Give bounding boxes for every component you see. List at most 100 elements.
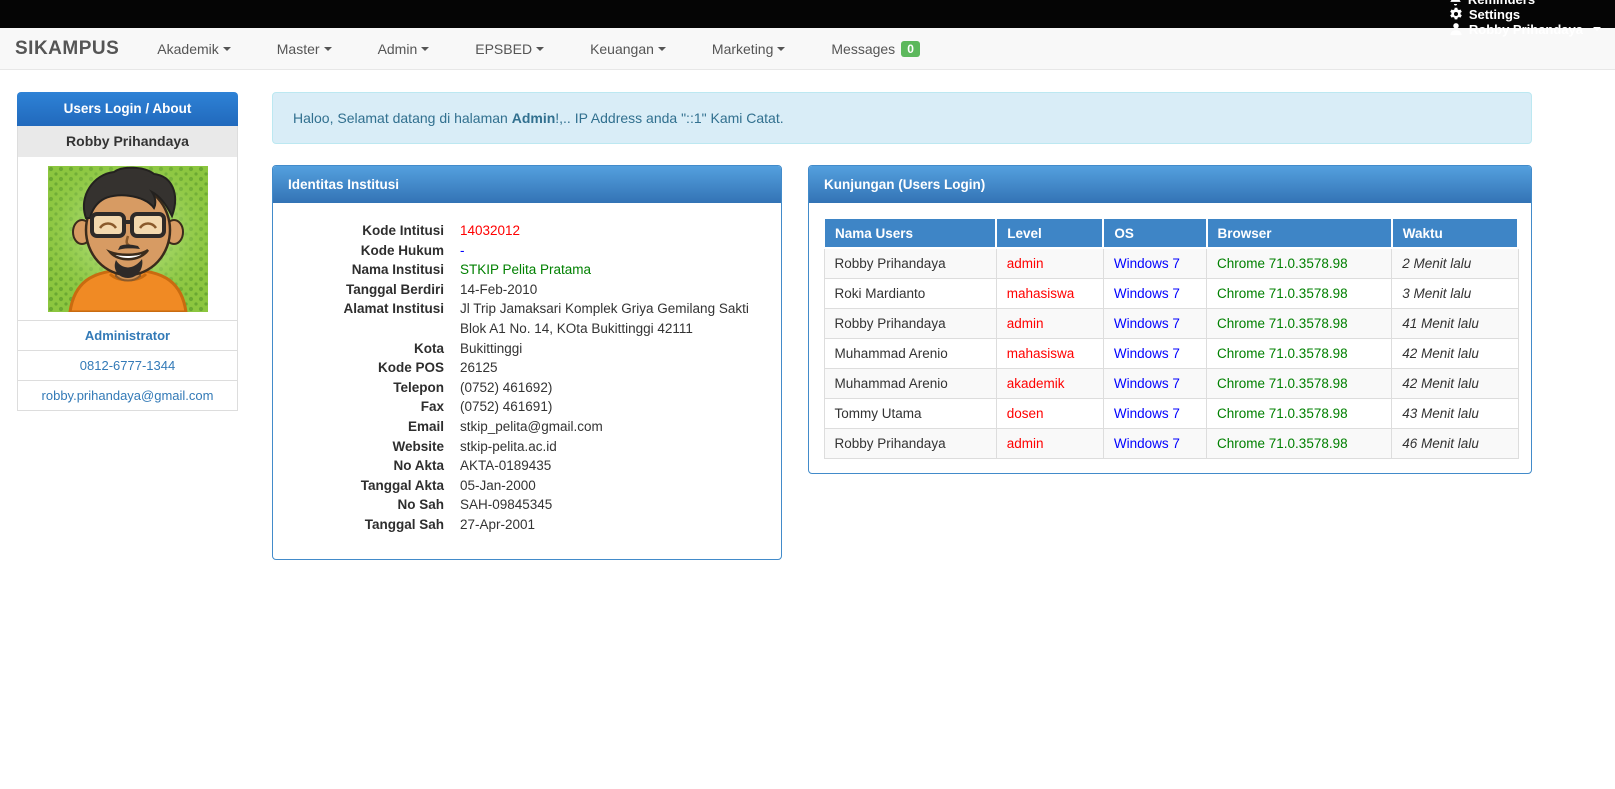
field-label: Telepon bbox=[288, 378, 444, 398]
table-row: Muhammad AreniomahasiswaWindows 7Chrome … bbox=[824, 338, 1518, 368]
field-value: 14-Feb-2010 bbox=[460, 280, 766, 300]
cell-browser: Chrome 71.0.3578.98 bbox=[1207, 428, 1392, 458]
nav-item-keuangan[interactable]: Keuangan bbox=[590, 41, 666, 57]
cell-os: Windows 7 bbox=[1103, 338, 1206, 368]
identitas-fields: Kode Intitusi14032012Kode Hukum-Nama Ins… bbox=[273, 203, 781, 559]
table-body: Robby PrihandayaadminWindows 7Chrome 71.… bbox=[824, 248, 1518, 458]
cell-name: Muhammad Arenio bbox=[824, 338, 996, 368]
table-row: Robby PrihandayaadminWindows 7Chrome 71.… bbox=[824, 308, 1518, 338]
nav-item-master[interactable]: Master bbox=[277, 41, 332, 57]
sidebar-contact-list: Administrator0812-6777-1344robby.prihand… bbox=[18, 320, 237, 410]
field-value: 14032012 bbox=[460, 221, 766, 241]
column-header-name: Nama Users bbox=[824, 218, 996, 248]
field-label: Tanggal Berdiri bbox=[288, 280, 444, 300]
topbar-item-label: Robby Prihandaya bbox=[1469, 22, 1583, 37]
caret-down-icon bbox=[777, 47, 785, 51]
nav-item-label: Keuangan bbox=[590, 41, 654, 57]
nav-item-messages[interactable]: Messages0 bbox=[831, 41, 920, 57]
field-row: Fax(0752) 461691) bbox=[288, 397, 766, 417]
caret-down-icon bbox=[1593, 27, 1601, 31]
alert-text: Haloo, Selamat datang di halaman Admin!,… bbox=[293, 110, 784, 126]
topbar: RemindersSettingsRobby Prihandaya bbox=[0, 0, 1615, 28]
field-label: Alamat Institusi bbox=[288, 299, 444, 338]
cell-level: admin bbox=[996, 308, 1103, 338]
nav-item-label: EPSBED bbox=[475, 41, 532, 57]
sidebar-contact-row[interactable]: Administrator bbox=[18, 320, 237, 350]
navbar: SIKAMPUS Akademik Master Admin EPSBED Keuang… bbox=[0, 28, 1615, 70]
cell-waktu: 42 Menit lalu bbox=[1392, 338, 1518, 368]
cell-browser: Chrome 71.0.3578.98 bbox=[1207, 248, 1392, 278]
cell-level: admin bbox=[996, 248, 1103, 278]
nav-item-label: Marketing bbox=[712, 41, 773, 57]
field-label: No Akta bbox=[288, 456, 444, 476]
field-row: Alamat Institusi Jl Trip Jamaksari Komple… bbox=[288, 299, 766, 338]
field-value: SAH-09845345 bbox=[460, 495, 766, 515]
field-value: Bukittinggi bbox=[460, 339, 766, 359]
nav-item-marketing[interactable]: Marketing bbox=[712, 41, 785, 57]
messages-badge: 0 bbox=[901, 41, 920, 57]
nav-item-epsbed[interactable]: EPSBED bbox=[475, 41, 544, 57]
field-row: No Sah SAH-09845345 bbox=[288, 495, 766, 515]
page-content: Users Login / About Robby Prihandaya bbox=[0, 70, 1615, 560]
cell-level: akademik bbox=[996, 368, 1103, 398]
field-label: Tanggal Akta bbox=[288, 476, 444, 496]
bell-icon bbox=[1449, 0, 1462, 6]
main-area: Haloo, Selamat datang di halaman Admin!,… bbox=[272, 92, 1532, 560]
gear-icon bbox=[1449, 7, 1463, 21]
field-value: 27-Apr-2001 bbox=[460, 515, 766, 535]
sidebar-user-name: Robby Prihandaya bbox=[17, 126, 238, 157]
cell-waktu: 41 Menit lalu bbox=[1392, 308, 1518, 338]
field-label: No Sah bbox=[288, 495, 444, 515]
nav-item-akademik[interactable]: Akademik bbox=[157, 41, 230, 57]
field-value: STKIP Pelita Pratama bbox=[460, 260, 766, 280]
column-header-browser: Browser bbox=[1207, 218, 1392, 248]
sidebar-contact-row[interactable]: robby.prihandaya@gmail.com bbox=[18, 380, 237, 410]
cell-os: Windows 7 bbox=[1103, 428, 1206, 458]
field-row: Nama Institusi STKIP Pelita Pratama bbox=[288, 260, 766, 280]
cell-level: admin bbox=[996, 428, 1103, 458]
identitas-panel: Identitas Institusi Kode Intitusi1403201… bbox=[272, 165, 782, 560]
nav-item-label: Master bbox=[277, 41, 320, 57]
identitas-panel-title: Identitas Institusi bbox=[273, 166, 781, 203]
caret-down-icon bbox=[536, 47, 544, 51]
field-value: (0752) 461692) bbox=[460, 378, 766, 398]
cell-waktu: 3 Menit lalu bbox=[1392, 278, 1518, 308]
field-value: stkip-pelita.ac.id bbox=[460, 437, 766, 457]
cell-browser: Chrome 71.0.3578.98 bbox=[1207, 308, 1392, 338]
user-icon bbox=[1449, 22, 1463, 36]
field-value: 05-Jan-2000 bbox=[460, 476, 766, 496]
field-value: Jl Trip Jamaksari Komplek Griya Gemilang… bbox=[460, 299, 766, 338]
brand-logo[interactable]: SIKAMPUS bbox=[15, 38, 119, 60]
topbar-item-settings[interactable]: Settings bbox=[1449, 7, 1601, 22]
topbar-items: RemindersSettingsRobby Prihandaya bbox=[1423, 0, 1601, 37]
field-label: Nama Institusi bbox=[288, 260, 444, 280]
cell-browser: Chrome 71.0.3578.98 bbox=[1207, 368, 1392, 398]
field-value: - bbox=[460, 241, 766, 261]
column-header-os: OS bbox=[1103, 218, 1206, 248]
caret-down-icon bbox=[324, 47, 332, 51]
field-row: No AktaAKTA-0189435 bbox=[288, 456, 766, 476]
topbar-item-user-menu[interactable]: Robby Prihandaya bbox=[1449, 22, 1601, 37]
field-row: KotaBukittinggi bbox=[288, 339, 766, 359]
field-label: Kode POS bbox=[288, 358, 444, 378]
field-row: Kode POS 26125 bbox=[288, 358, 766, 378]
field-value: (0752) 461691) bbox=[460, 397, 766, 417]
sidebar-title: Users Login / About bbox=[17, 92, 238, 126]
sidebar-contact-row[interactable]: 0812-6777-1344 bbox=[18, 350, 237, 380]
cell-level: mahasiswa bbox=[996, 278, 1103, 308]
kunjungan-table: Nama UsersLevelOSBrowserWaktu Robby Prih… bbox=[823, 217, 1519, 459]
cell-browser: Chrome 71.0.3578.98 bbox=[1207, 278, 1392, 308]
cell-waktu: 43 Menit lalu bbox=[1392, 398, 1518, 428]
cell-os: Windows 7 bbox=[1103, 278, 1206, 308]
cell-name: Robby Prihandaya bbox=[824, 428, 996, 458]
cell-name: Roki Mardianto bbox=[824, 278, 996, 308]
cell-waktu: 42 Menit lalu bbox=[1392, 368, 1518, 398]
kunjungan-table-wrap: Nama UsersLevelOSBrowserWaktu Robby Prih… bbox=[809, 203, 1531, 473]
nav-item-admin[interactable]: Admin bbox=[378, 41, 430, 57]
cell-browser: Chrome 71.0.3578.98 bbox=[1207, 338, 1392, 368]
cell-os: Windows 7 bbox=[1103, 368, 1206, 398]
table-row: Tommy UtamadosenWindows 7Chrome 71.0.357… bbox=[824, 398, 1518, 428]
nav-item-label: Admin bbox=[378, 41, 418, 57]
field-value: 26125 bbox=[460, 358, 766, 378]
kunjungan-panel-title: Kunjungan (Users Login) bbox=[809, 166, 1531, 203]
